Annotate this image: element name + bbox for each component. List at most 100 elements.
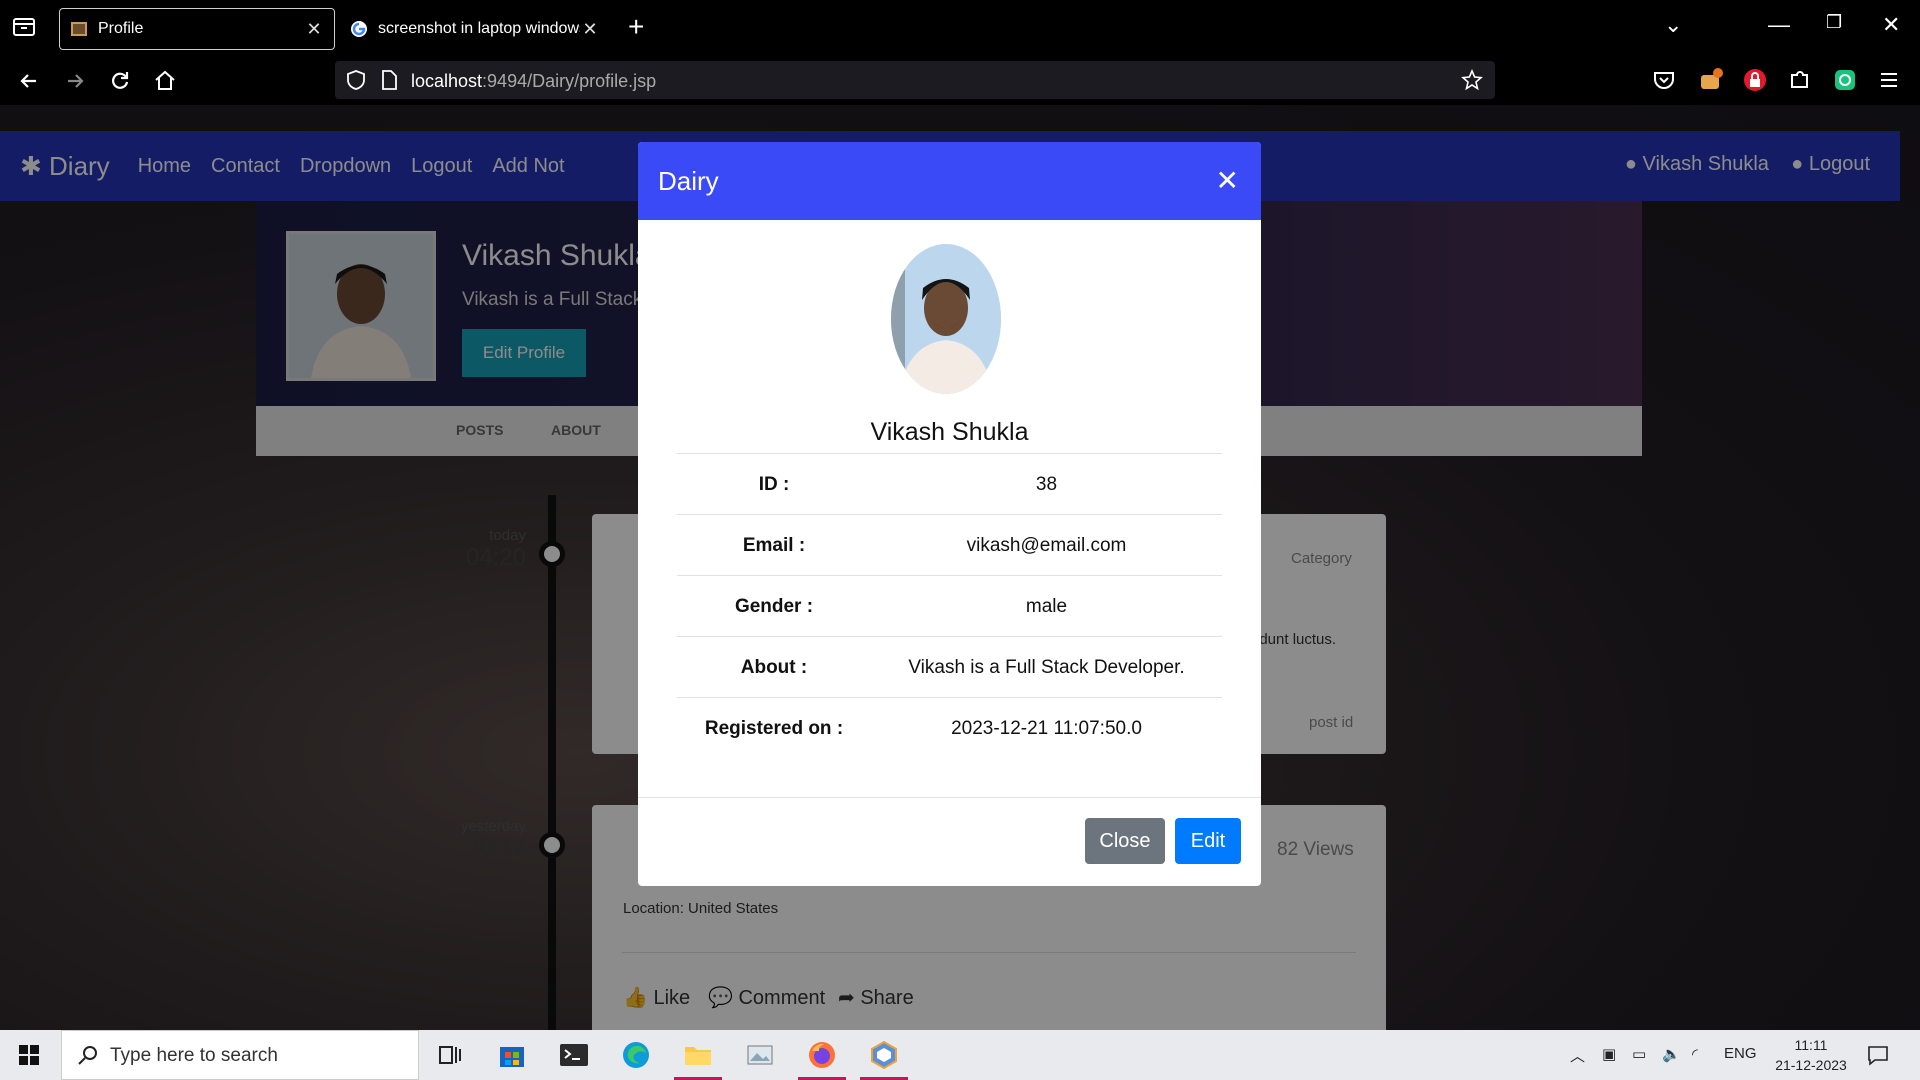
share-label: Share [860, 987, 914, 1009]
volume-icon[interactable]: 🔈 [1662, 1045, 1681, 1063]
taskbar-search[interactable]: Type here to search [61, 1030, 419, 1080]
new-tab-icon[interactable]: + [628, 12, 644, 42]
close-window-icon[interactable]: ✕ [1882, 12, 1900, 38]
tab-google-search[interactable]: screenshot in laptop windows 1 ✕ [340, 8, 610, 50]
search-icon [78, 1046, 97, 1065]
browser-tab-bar: Profile ✕ screenshot in laptop windows 1… [0, 0, 1920, 55]
modal-title: Dairy [658, 166, 719, 196]
pocket-icon[interactable] [1651, 67, 1677, 93]
terminal-icon[interactable] [558, 1039, 590, 1071]
page-icon [382, 70, 397, 90]
profile-favicon-icon [71, 22, 87, 36]
gpt-extension-icon[interactable] [1832, 67, 1858, 93]
nav-link-contact[interactable]: Contact [211, 155, 280, 178]
modal-header: Dairy ✕ [638, 142, 1261, 220]
table-row: Registered on : 2023-12-21 11:07:50.0 [677, 697, 1222, 758]
modal-close-icon[interactable]: ✕ [1216, 164, 1239, 197]
language-indicator[interactable]: ENG [1724, 1045, 1757, 1062]
tab-about[interactable]: ABOUT [551, 422, 601, 438]
nav-link-logout[interactable]: Logout [411, 155, 472, 178]
nav-link-add-note[interactable]: Add Not [492, 155, 564, 178]
tab-list-chevron-icon[interactable]: ⌄ [1664, 12, 1682, 38]
logout-user-icon: ● [1791, 153, 1804, 175]
comment-button[interactable]: 💬 Comment [708, 985, 825, 1010]
tab-title: Profile [98, 20, 144, 37]
post-views: 82 Views [1277, 839, 1354, 860]
nav-right: ● Vikash Shukla ● Logout [1625, 153, 1870, 176]
file-explorer-icon[interactable] [682, 1039, 714, 1071]
windows-start-icon[interactable] [18, 1044, 40, 1066]
table-row: Gender : male [677, 575, 1222, 636]
search-placeholder: Type here to search [110, 1045, 278, 1066]
battery-icon[interactable]: ▭ [1632, 1045, 1646, 1063]
row-label-gender: Gender : [734, 596, 814, 617]
taskbar-clock[interactable]: 11:11 21-12-2023 [1766, 1035, 1856, 1075]
extensions-puzzle-icon[interactable] [1787, 67, 1813, 93]
brand-text: Diary [49, 150, 110, 181]
timeline-label: yesterday 20:17 [440, 818, 526, 863]
url-host: localhost [411, 71, 483, 91]
post-divider [622, 952, 1356, 953]
profile-modal: Dairy ✕ Vikash Shukla ID : 38 Email : vi… [638, 142, 1261, 886]
menu-icon[interactable] [1876, 67, 1902, 93]
brand-logo[interactable]: ✱ Diary [20, 151, 110, 182]
back-icon[interactable] [16, 68, 42, 94]
modal-footer: Close Edit [638, 797, 1261, 886]
close-button[interactable]: Close [1085, 818, 1165, 864]
home-icon[interactable] [152, 68, 178, 94]
row-value-id: 38 [1035, 474, 1058, 495]
reload-icon[interactable] [107, 68, 133, 94]
nav-link-dropdown[interactable]: Dropdown [300, 155, 391, 178]
shield-icon[interactable] [345, 69, 367, 91]
tab-posts[interactable]: POSTS [456, 422, 503, 438]
url-path: :9494/Dairy/profile.jsp [482, 71, 657, 91]
edge-browser-icon[interactable] [620, 1039, 652, 1071]
tab-profile[interactable]: Profile ✕ [59, 8, 335, 50]
post-snippet: idunt luctus. [1256, 631, 1337, 648]
tab-title: screenshot in laptop windows 1 [378, 20, 580, 37]
profile-details-table: ID : 38 Email : vikash@email.com Gender … [677, 453, 1222, 758]
timeline-label: today 04:20 [440, 527, 526, 572]
clock-time: 11:11 [1794, 1037, 1828, 1053]
nav-user-name[interactable]: Vikash Shukla [1643, 153, 1769, 175]
eclipse-ide-icon[interactable] [868, 1039, 900, 1071]
minimize-icon[interactable]: — [1768, 12, 1790, 38]
timeline-dot [539, 832, 565, 858]
timeline-time: 20:17 [465, 835, 526, 862]
list-all-tabs-icon[interactable] [12, 16, 38, 38]
table-row: About : Vikash is a Full Stack Developer… [677, 636, 1222, 697]
show-hidden-icons-icon[interactable]: ︿ [1570, 1045, 1585, 1066]
lock-extension-icon[interactable] [1742, 67, 1768, 93]
wifi-icon[interactable]: ◜ [1692, 1045, 1698, 1063]
bookmark-star-icon[interactable] [1461, 69, 1483, 91]
microsoft-store-icon[interactable] [496, 1039, 528, 1071]
photos-app-icon[interactable] [744, 1039, 776, 1071]
table-row: ID : 38 [677, 453, 1222, 514]
row-value-about: Vikash is a Full Stack Developer. [908, 657, 1185, 678]
firefox-icon[interactable] [806, 1039, 838, 1071]
extension-badge-icon[interactable] [1698, 67, 1724, 93]
address-bar[interactable]: localhost:9494/Dairy/profile.jsp [335, 61, 1495, 99]
notifications-icon[interactable] [1866, 1043, 1890, 1067]
timeline-day: today [489, 527, 526, 544]
share-button[interactable]: ➦ Share [838, 985, 914, 1010]
edit-button[interactable]: Edit [1175, 818, 1241, 864]
timeline-dot [539, 541, 565, 567]
post-id-label: post id [1309, 714, 1354, 731]
user-icon: ● [1624, 153, 1637, 175]
avatar-image [891, 244, 1001, 394]
task-view-icon[interactable] [434, 1039, 466, 1071]
forward-icon[interactable] [62, 68, 88, 94]
meet-now-icon[interactable]: ▣ [1602, 1045, 1616, 1063]
close-tab-icon[interactable]: ✕ [304, 19, 324, 40]
row-value-gender: male [1025, 596, 1068, 617]
nav-link-home[interactable]: Home [138, 155, 191, 178]
restore-icon[interactable]: ❐ [1826, 12, 1842, 33]
nav-logout[interactable]: Logout [1809, 153, 1870, 175]
table-row: Email : vikash@email.com [677, 514, 1222, 575]
like-button[interactable]: 👍 Like [623, 985, 690, 1010]
profile-photo-image [289, 234, 433, 378]
profile-subtitle: Vikash is a Full Stack [462, 289, 643, 310]
edit-profile-button[interactable]: Edit Profile [462, 329, 586, 377]
close-tab-icon[interactable]: ✕ [580, 19, 600, 40]
